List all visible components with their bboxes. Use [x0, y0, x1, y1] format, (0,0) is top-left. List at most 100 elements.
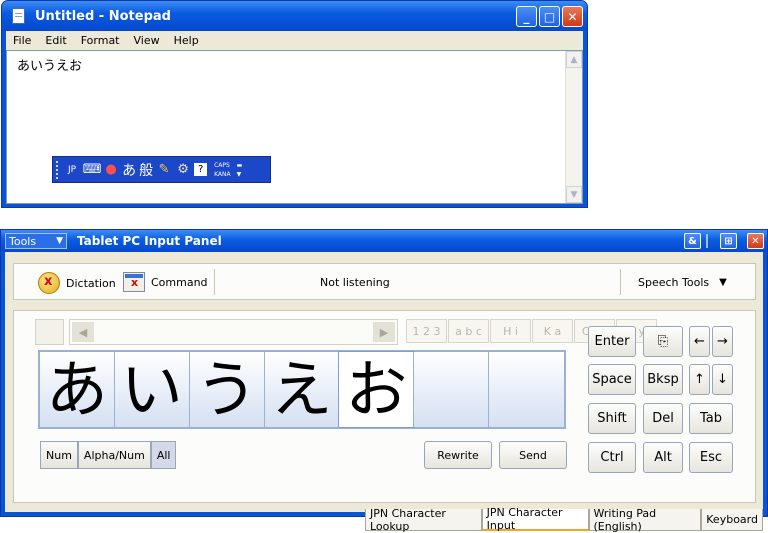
char-box[interactable]: あ	[40, 352, 115, 427]
ime-icon[interactable]: ●	[103, 162, 119, 178]
clipboard-key[interactable]: ⎘	[643, 326, 683, 357]
menu-format[interactable]: Format	[74, 34, 127, 47]
kana-label: KANA	[214, 170, 231, 178]
char-box[interactable]: え	[264, 352, 340, 427]
language-indicator[interactable]: JP	[68, 165, 76, 175]
command-label: Command	[151, 275, 208, 289]
maximize-button[interactable]: □	[539, 6, 560, 27]
help-button[interactable]: &	[684, 233, 701, 249]
menu-edit[interactable]: Edit	[38, 34, 73, 47]
maximize-icon: □	[543, 9, 556, 24]
mode-num-button[interactable]: Num	[40, 441, 78, 469]
tab-jpn-character-lookup[interactable]: JPN Character Lookup	[365, 507, 482, 533]
dock-button[interactable]: ⊞	[720, 233, 737, 249]
speech-status: Not listening	[320, 276, 390, 289]
notepad-app-icon	[12, 8, 25, 24]
ctrl-key[interactable]: Ctrl	[588, 442, 636, 473]
tools-label: Tools	[9, 234, 37, 248]
backspace-key[interactable]: Bksp	[643, 364, 683, 395]
mode-all-button[interactable]: All	[150, 441, 177, 469]
char-box[interactable]	[489, 352, 565, 427]
input-panel-titlebar[interactable]: Tools ▼ Tablet PC Input Panel & ⊞ ✕	[1, 230, 767, 252]
dictation-button[interactable]: Dictation	[38, 272, 116, 294]
recognition-mode-group: Num Alpha/Num All	[40, 441, 177, 469]
minimize-button[interactable]: _	[516, 6, 537, 27]
down-arrow-key[interactable]: ↓	[712, 364, 733, 395]
chevron-down-icon: ▼	[56, 236, 63, 246]
command-button[interactable]: Command	[123, 272, 208, 292]
tools-menu-button[interactable]: Tools ▼	[5, 233, 67, 249]
language-bar: JP ⌨ ● あ 般 ✎ ⚙ ? CAPS KANA ▬ ▼	[52, 156, 271, 183]
candidate-preview	[35, 319, 64, 345]
enter-key[interactable]: Enter	[588, 326, 636, 357]
delete-key[interactable]: Del	[643, 403, 683, 434]
command-off-icon	[123, 272, 145, 292]
input-panel-title: Tablet PC Input Panel	[77, 234, 222, 248]
input-panel-window: Tools ▼ Tablet PC Input Panel & ⊞ ✕ Dict…	[0, 229, 768, 533]
ampersand-icon: &	[688, 235, 697, 247]
tab-writing-pad[interactable]: Writing Pad (English)	[588, 507, 702, 533]
caps-label: CAPS	[214, 161, 230, 169]
tab-jpn-character-input[interactable]: JPN Character Input	[481, 506, 589, 532]
left-arrow-key[interactable]: ←	[689, 326, 710, 357]
scroll-right-icon[interactable]: ▶	[373, 322, 395, 342]
menu-help[interactable]: Help	[167, 34, 206, 47]
input-mode-kana[interactable]: あ	[122, 160, 136, 180]
filter-katakana[interactable]: K a	[532, 319, 573, 343]
rewrite-button[interactable]: Rewrite	[424, 441, 492, 469]
speech-tools-label: Speech Tools	[638, 276, 710, 289]
tab-keyboard[interactable]: Keyboard	[701, 509, 763, 531]
char-box[interactable]: い	[114, 352, 190, 427]
filter-lowercase[interactable]: a b c	[448, 319, 489, 343]
keyboard-icon[interactable]: ⌨	[83, 162, 102, 178]
speech-bar: Dictation Command Not listening Speech T…	[13, 263, 756, 300]
tab-key[interactable]: Tab	[689, 403, 733, 434]
filter-numbers[interactable]: 1 2 3	[406, 319, 447, 343]
dictation-label: Dictation	[66, 276, 116, 290]
space-key[interactable]: Space	[588, 364, 636, 395]
notepad-titlebar[interactable]: Untitled - Notepad _ □ ✕	[2, 1, 587, 31]
input-panel-body: Dictation Command Not listening Speech T…	[5, 252, 763, 533]
chevron-down-icon: ▼	[719, 277, 727, 288]
shift-key[interactable]: Shift	[588, 403, 636, 434]
filter-hiragana[interactable]: H i	[490, 319, 531, 343]
panel-close-button[interactable]: ✕	[747, 233, 764, 249]
scroll-up-icon[interactable]: ▲	[566, 51, 582, 68]
close-icon: ✕	[567, 9, 578, 24]
pad-icon[interactable]: ✎	[156, 162, 172, 178]
speech-tools-button[interactable]: Speech Tools ▼	[638, 276, 727, 289]
help-icon[interactable]: ?	[194, 163, 208, 176]
notepad-menubar: File Edit Format View Help	[6, 31, 583, 50]
right-arrow-key[interactable]: →	[712, 326, 733, 357]
send-button[interactable]: Send	[499, 441, 567, 469]
notepad-title: Untitled - Notepad	[35, 9, 171, 24]
mode-alphanum-button[interactable]: Alpha/Num	[77, 441, 151, 469]
langbar-options-icon[interactable]: ▬ ▼	[237, 161, 243, 179]
title-separator	[706, 234, 708, 248]
candidate-list[interactable]: ◀ ▶	[69, 319, 398, 345]
alt-key[interactable]: Alt	[643, 442, 683, 473]
character-boxes: あ い う え お	[38, 350, 566, 429]
menu-file[interactable]: File	[6, 34, 38, 47]
close-icon: ✕	[751, 235, 760, 247]
scroll-down-icon[interactable]: ▼	[566, 186, 582, 203]
speech-separator	[620, 269, 621, 295]
close-button[interactable]: ✕	[562, 6, 583, 27]
grip-icon[interactable]	[56, 160, 62, 179]
scroll-left-icon[interactable]: ◀	[72, 322, 94, 342]
char-box[interactable]	[414, 352, 490, 427]
caps-kana-indicator: CAPS KANA	[214, 161, 231, 179]
speech-separator	[214, 269, 215, 295]
notepad-text: あいうえお	[17, 59, 83, 74]
char-box[interactable]: う	[189, 352, 265, 427]
esc-key[interactable]: Esc	[689, 442, 733, 473]
minimize-icon: _	[523, 9, 530, 24]
char-box-active[interactable]: お	[338, 351, 416, 428]
up-arrow-key[interactable]: ↑	[689, 364, 710, 395]
microphone-off-icon	[38, 272, 60, 294]
conversion-mode[interactable]: 般	[139, 160, 153, 180]
menu-view[interactable]: View	[127, 34, 167, 47]
vertical-scrollbar[interactable]: ▲ ▼	[565, 51, 582, 203]
dock-icon: ⊞	[724, 235, 733, 247]
settings-icon[interactable]: ⚙	[175, 162, 191, 178]
